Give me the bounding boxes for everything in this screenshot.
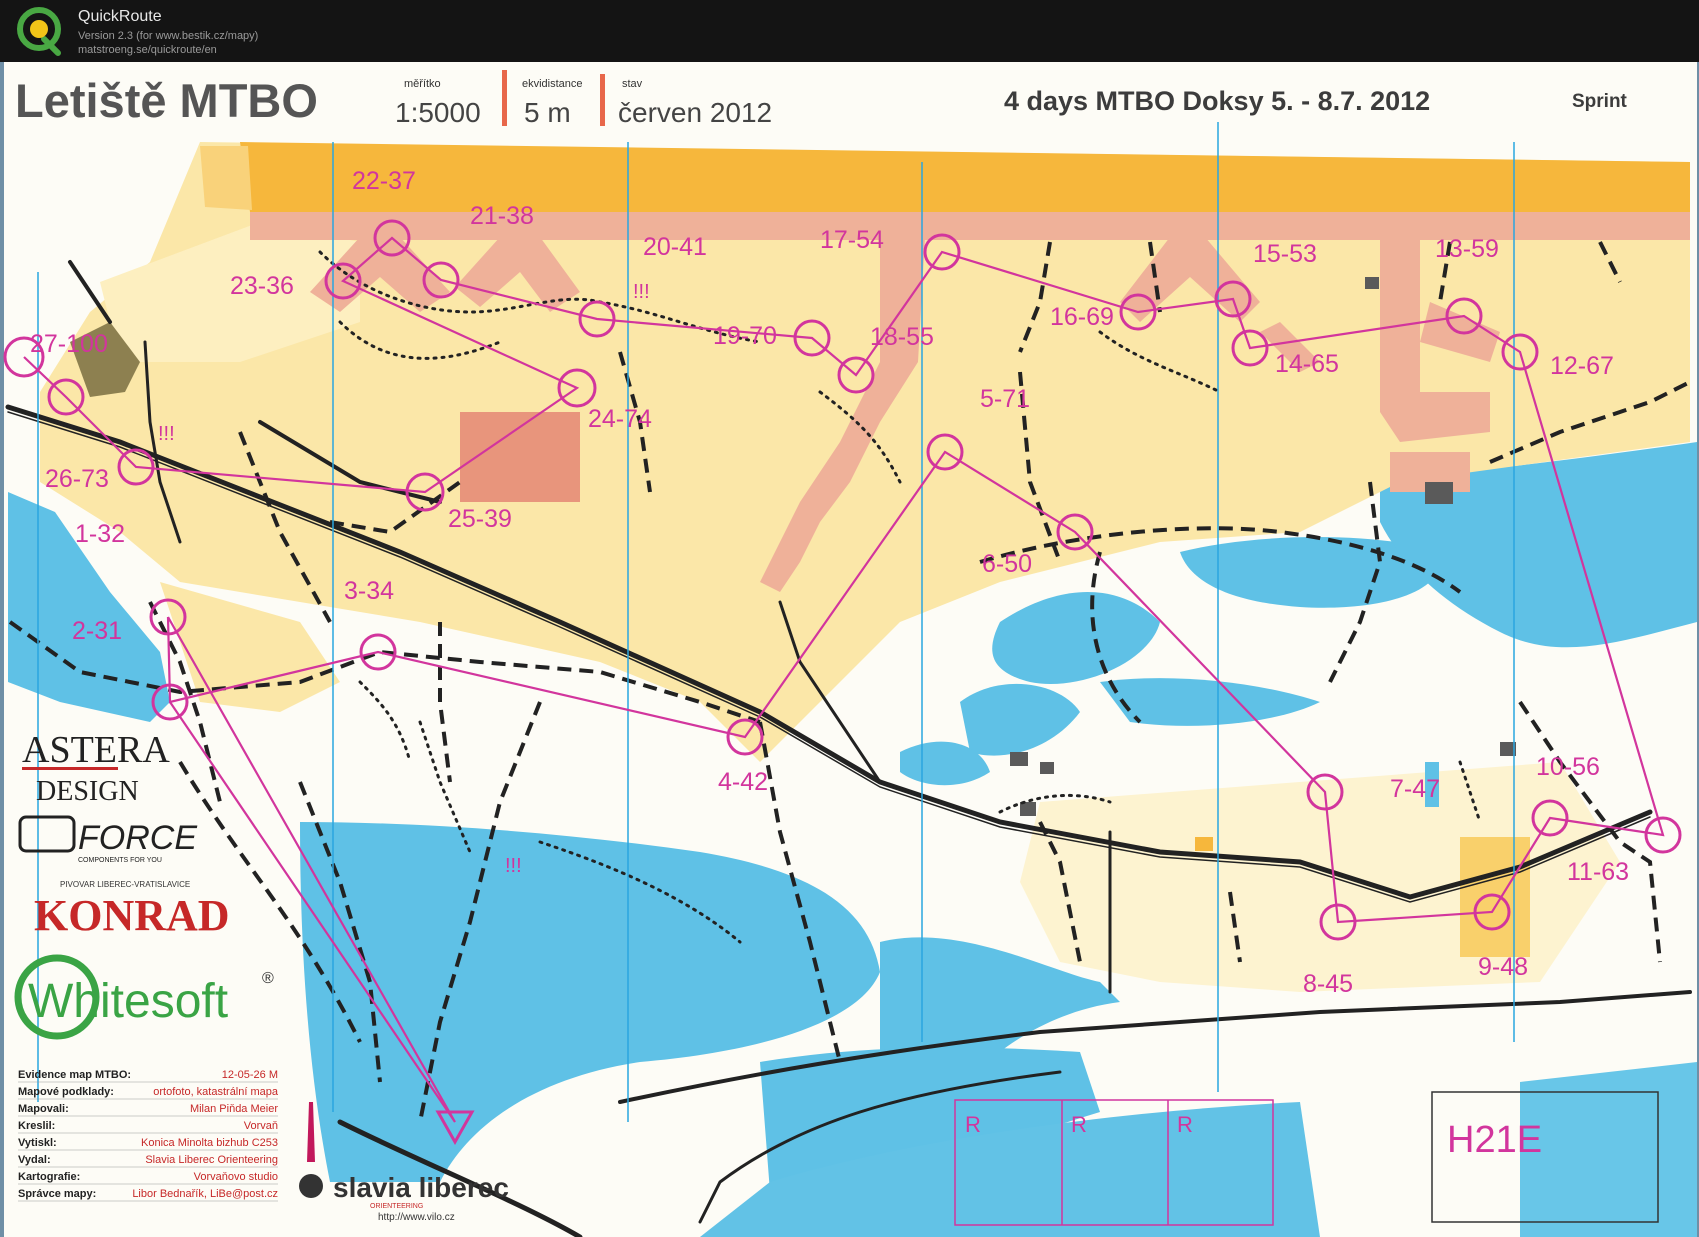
svg-text:6-50: 6-50 xyxy=(982,550,1032,578)
app-version: Version 2.3 (for www.bestik.cz/mapy) xyxy=(78,30,259,42)
svg-text:19-70: 19-70 xyxy=(713,322,777,350)
svg-text:15-53: 15-53 xyxy=(1253,240,1317,268)
svg-text:22-37: 22-37 xyxy=(352,167,416,195)
credit-value: Milan Piňda Meier xyxy=(190,1103,278,1115)
svg-text:17-54: 17-54 xyxy=(820,226,884,254)
map-canvas[interactable]: 27-100 26-73 25-39 24-74 23-36 22-37 21-… xyxy=(0,62,1699,1237)
credit-value: Slavia Liberec Orienteering xyxy=(145,1154,278,1166)
credit-label: Vydal: xyxy=(18,1154,51,1166)
credit-label: Mapové podklady: xyxy=(18,1086,114,1098)
svg-text:slavia liberec: slavia liberec xyxy=(333,1172,509,1203)
credit-value: Vorvaňovo studio xyxy=(194,1171,278,1183)
svg-text:3-34: 3-34 xyxy=(344,577,394,605)
svg-text:24-74: 24-74 xyxy=(588,405,652,433)
svg-text:!!!: !!! xyxy=(158,423,175,445)
svg-text:Whitesoft: Whitesoft xyxy=(28,975,228,1028)
credit-label: Evidence map MTBO: xyxy=(18,1069,131,1081)
category-label: H21E xyxy=(1447,1119,1542,1161)
svg-text:8-45: 8-45 xyxy=(1303,970,1353,998)
credit-value: 12-05-26 M xyxy=(222,1069,278,1081)
svg-text:10-56: 10-56 xyxy=(1536,753,1600,781)
svg-text:měřítko: měřítko xyxy=(404,78,441,90)
app-url: matstroeng.se/quickroute/en xyxy=(78,44,217,56)
svg-text:23-36: 23-36 xyxy=(230,272,294,300)
svg-text:PIVOVAR LIBEREC-VRATISLAVICE: PIVOVAR LIBEREC-VRATISLAVICE xyxy=(60,880,190,889)
event-title: 4 days MTBO Doksy 5. - 8.7. 2012 xyxy=(1004,86,1430,116)
credit-label: Mapovali: xyxy=(18,1103,69,1115)
svg-text:1:5000: 1:5000 xyxy=(395,97,481,128)
credit-value: Vorvaň xyxy=(244,1120,278,1132)
svg-text:1-32: 1-32 xyxy=(75,520,125,548)
app-title: QuickRoute xyxy=(78,8,162,25)
svg-text:21-38: 21-38 xyxy=(470,202,534,230)
credit-value: Konica Minolta bizhub C253 xyxy=(141,1137,278,1149)
credit-label: Kartografie: xyxy=(18,1171,80,1183)
svg-text:DESIGN: DESIGN xyxy=(36,776,139,807)
credit-label: Vytiskl: xyxy=(18,1137,57,1149)
svg-text:KONRAD: KONRAD xyxy=(34,891,230,940)
map-title: Letiště MTBO xyxy=(15,74,318,127)
svg-text:26-73: 26-73 xyxy=(45,465,109,493)
svg-text:12-67: 12-67 xyxy=(1550,352,1614,380)
svg-text:16-69: 16-69 xyxy=(1050,303,1114,331)
svg-text:!!!: !!! xyxy=(505,855,522,877)
svg-text:2-31: 2-31 xyxy=(72,617,122,645)
svg-text:27-100: 27-100 xyxy=(30,330,108,358)
svg-text:14-65: 14-65 xyxy=(1275,350,1339,378)
svg-text:FORCE: FORCE xyxy=(78,819,197,857)
svg-text:13-59: 13-59 xyxy=(1435,235,1499,263)
svg-text:5 m: 5 m xyxy=(524,97,571,128)
credit-value: ortofoto, katastrální mapa xyxy=(153,1086,279,1098)
orienteering-map[interactable]: 27-100 26-73 25-39 24-74 23-36 22-37 21-… xyxy=(0,62,1699,1237)
svg-text:COMPONENTS FOR YOU: COMPONENTS FOR YOU xyxy=(78,857,162,864)
svg-text:7-47: 7-47 xyxy=(1390,775,1440,803)
svg-text:!!!: !!! xyxy=(633,281,650,303)
svg-text:R: R xyxy=(965,1112,981,1137)
svg-text:Sprint: Sprint xyxy=(1572,91,1628,112)
svg-text:http://www.vilo.cz: http://www.vilo.cz xyxy=(378,1212,455,1223)
svg-text:®: ® xyxy=(262,970,274,987)
quickroute-logo-icon xyxy=(17,7,61,56)
svg-text:5-71: 5-71 xyxy=(980,385,1030,413)
svg-text:11-63: 11-63 xyxy=(1567,858,1629,886)
svg-text:9-48: 9-48 xyxy=(1478,953,1528,981)
svg-text:ekvidistance: ekvidistance xyxy=(522,78,583,90)
svg-text:R: R xyxy=(1177,1112,1193,1137)
svg-text:ORIENTEERING: ORIENTEERING xyxy=(370,1203,423,1210)
credit-label: Správce mapy: xyxy=(18,1188,96,1200)
svg-text:20-41: 20-41 xyxy=(643,233,707,261)
credit-value: Libor Bednařík, LiBe@post.cz xyxy=(132,1188,278,1200)
credit-label: Kreslil: xyxy=(18,1120,55,1132)
svg-text:18-55: 18-55 xyxy=(870,323,934,351)
svg-text:stav: stav xyxy=(622,78,643,90)
svg-text:25-39: 25-39 xyxy=(448,505,512,533)
app-title-bar: QuickRoute Version 2.3 (for www.bestik.c… xyxy=(0,0,1699,62)
svg-text:ASTERA: ASTERA xyxy=(22,729,170,771)
svg-text:4-42: 4-42 xyxy=(718,768,768,796)
svg-text:červen 2012: červen 2012 xyxy=(618,97,772,128)
svg-text:R: R xyxy=(1071,1112,1087,1137)
